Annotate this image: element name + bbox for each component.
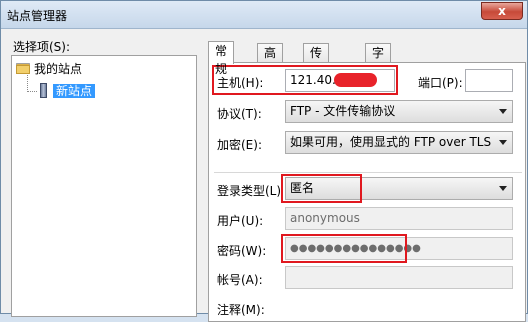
tree-node-new-site[interactable]: 新站点 — [40, 82, 96, 100]
encryption-value: 如果可用，使用显式的 FTP over TLS — [290, 135, 492, 149]
protocol-select[interactable]: FTP - 文件传输协议 — [285, 100, 513, 123]
user-input[interactable]: anonymous — [285, 207, 513, 230]
title-bar[interactable]: 站点管理器 x — [1, 1, 527, 29]
divider — [214, 172, 522, 173]
close-button[interactable]: x — [481, 2, 523, 20]
tab-advanced[interactable]: 高级 — [257, 43, 284, 78]
protocol-value: FTP - 文件传输协议 — [290, 104, 396, 118]
chevron-down-icon — [499, 186, 507, 191]
tree-connector — [27, 91, 37, 92]
protocol-label: 协议(T): — [217, 107, 262, 121]
tab-charset[interactable]: 字符集 — [365, 43, 392, 96]
comments-label: 注释(M): — [217, 303, 265, 317]
port-input[interactable] — [465, 69, 513, 92]
tab-general[interactable]: 常规 — [208, 41, 235, 76]
site-manager-window: 站点管理器 x 选择项(S): 我的站点 新站点 常规 高级 传输设置 字符集 … — [0, 0, 528, 322]
folder-icon — [16, 63, 30, 74]
port-label: 端口(P): — [418, 76, 463, 90]
select-entry-label: 选择项(S): — [13, 40, 71, 54]
password-label: 密码(W): — [217, 244, 267, 258]
tree-node-label: 新站点 — [53, 84, 96, 98]
encryption-label: 加密(E): — [217, 138, 262, 152]
tab-transfer-settings[interactable]: 传输设置 — [303, 43, 330, 114]
server-icon — [40, 83, 47, 98]
encryption-select[interactable]: 如果可用，使用显式的 FTP over TLS — [285, 131, 513, 154]
account-input[interactable] — [285, 266, 513, 289]
account-label: 帐号(A): — [217, 273, 263, 287]
logon-type-label: 登录类型(L) — [217, 184, 282, 198]
logon-highlight-box — [281, 174, 362, 203]
chevron-down-icon — [499, 109, 507, 114]
window-title: 站点管理器 — [7, 9, 68, 23]
password-highlight-box — [281, 234, 407, 263]
chevron-down-icon — [499, 140, 507, 145]
user-label: 用户(U): — [217, 214, 264, 228]
tree-node-my-sites[interactable]: 我的站点 — [16, 60, 82, 78]
host-highlight-box — [212, 65, 398, 95]
site-tree[interactable]: 我的站点 新站点 — [11, 55, 197, 317]
tree-node-label: 我的站点 — [34, 62, 83, 76]
